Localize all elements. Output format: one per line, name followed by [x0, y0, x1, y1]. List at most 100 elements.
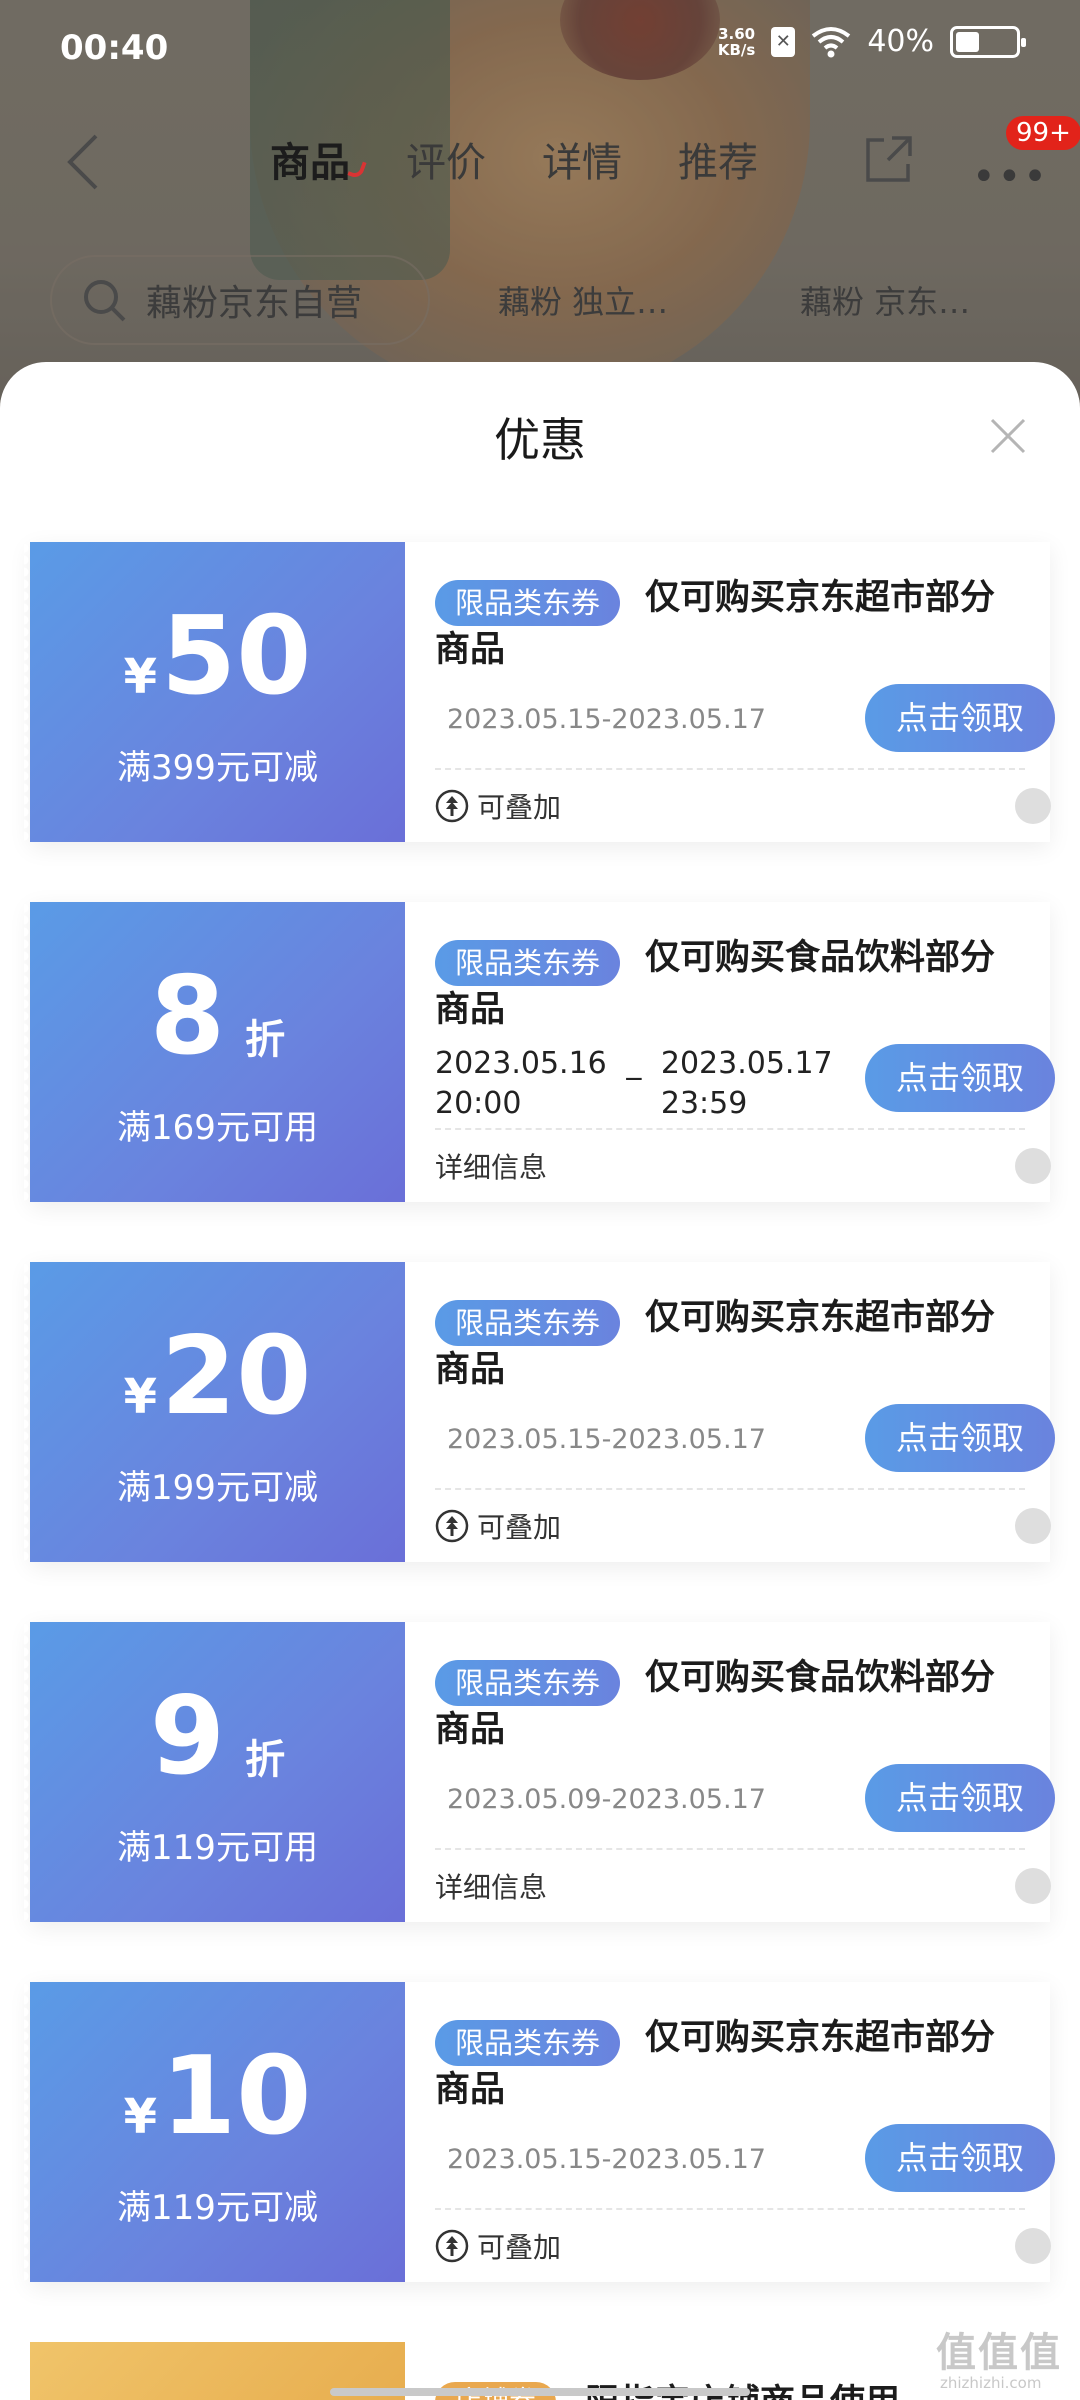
coupon-divider [435, 1128, 1025, 1130]
coupon-card: ¥ 20 满199元可减 限品类东券 仅可购买京东超市部分商品 2023.05.… [24, 1262, 1055, 1562]
coupon-title: 仅可购买食品饮料部分商品 [435, 1658, 996, 1750]
net-speed-value: 3.60 [718, 24, 756, 43]
net-speed-unit: KB/s [717, 40, 756, 59]
nav-tabs: 商品 评价 详情 推荐 [270, 130, 758, 188]
battery-percent: 40% [867, 24, 934, 59]
coupon-title: 限指定店铺商品使用 [585, 2374, 900, 2400]
coupon-amount: 50 [161, 594, 312, 719]
coupon-footer-label: 可叠加 [477, 1511, 562, 1544]
product-page-background: 00:40 3.60 KB/s ✕ 40% 商品 评价 详情 推荐 ••• 99… [0, 0, 1080, 400]
wifi-icon [812, 26, 851, 57]
coupon-info: 限品类东券 仅可购买京东超市部分商品 2023.05.15-2023.05.17… [435, 1982, 1055, 2282]
coupon-date: 2023.05.15-2023.05.17 [447, 2144, 766, 2175]
coupon-divider [435, 1848, 1025, 1850]
stack-icon [435, 2229, 469, 2263]
coupon-date-end: 2023.05.17 23:59 [660, 1046, 833, 1121]
coupon-footer: 可叠加 [435, 786, 561, 826]
claim-button[interactable]: 点击领取 [865, 1404, 1055, 1472]
coupon-currency: ¥ [123, 649, 158, 705]
coupon-amount: 8 [149, 954, 226, 1079]
coupon-value-panel: ¥ 20 满199元可减 [24, 1262, 405, 1562]
battery-icon [950, 25, 1026, 58]
coupon-date: 2023.05.15-2023.05.17 [447, 1424, 766, 1455]
stack-icon [435, 1509, 469, 1543]
coupon-amount-row: 9 折 [30, 1682, 405, 1792]
back-icon[interactable] [60, 132, 108, 192]
tab-details[interactable]: 详情 [542, 130, 622, 188]
close-icon[interactable] [986, 414, 1030, 458]
search-chip[interactable]: 藕粉 京东… [800, 277, 970, 323]
coupon-footer-label: 详细信息 [435, 1151, 548, 1184]
chevron-down-icon[interactable] [1015, 2228, 1051, 2264]
coupon-condition: 满399元可减 [117, 748, 318, 788]
coupon-date: 2023.05.09-2023.05.17 [447, 1784, 766, 1815]
sheet-title: 优惠 [494, 413, 586, 467]
home-indicator[interactable] [330, 2388, 750, 2396]
coupon-amount-row: ¥ 20 [30, 1322, 405, 1432]
search-text: 藕粉京东自营 [146, 283, 363, 324]
watermark-logo: 值值值 [936, 2330, 1062, 2376]
coupon-info: 限品类东券 仅可购买京东超市部分商品 2023.05.15-2023.05.17… [435, 1262, 1055, 1562]
search-row: 藕粉京东自营 藕粉 独立… 藕粉 京东… [0, 255, 1080, 345]
product-nav: 商品 评价 详情 推荐 ••• 99+ [0, 110, 1080, 210]
coupon-date-start: 2023.05.16 20:00 [435, 1046, 607, 1121]
coupon-amount: 9 [149, 1674, 226, 1799]
coupon-currency: ¥ [123, 2089, 158, 2145]
coupon-amount-row: ¥ 50 [30, 602, 405, 712]
search-input[interactable]: 藕粉京东自营 [50, 255, 430, 345]
coupon-footer: 详细信息 [435, 1146, 547, 1186]
coupon-condition: 满119元可减 [117, 2188, 318, 2228]
message-badge: 99+ [1006, 116, 1080, 150]
net-speed: 3.60 KB/s [718, 26, 755, 58]
chevron-down-icon[interactable] [1015, 1148, 1051, 1184]
coupon-divider [435, 768, 1025, 770]
share-icon[interactable] [862, 132, 916, 186]
coupon-amount: 10 [161, 2034, 312, 2159]
coupon-value-panel: ¥ 50 满399元可减 [24, 542, 405, 842]
coupon-info: 限品类东券 仅可购买食品饮料部分商品 2023.05.16 20:00 _ 20… [435, 902, 1055, 1202]
chevron-down-icon[interactable] [1015, 788, 1051, 824]
coupon-sheet: 优惠 ¥ 50 满399元可减 限品类东券 仅可购买京东超市部分商品 2023.… [0, 362, 1080, 2400]
claim-button[interactable]: 点击领取 [865, 684, 1055, 752]
coupon-date-separator: _ [626, 1046, 642, 1081]
coupon-value-panel: ¥ 10 满119元可减 [24, 1982, 405, 2282]
coupon-unit: 折 [245, 1737, 286, 1783]
coupon-info: 限品类东券 仅可购买食品饮料部分商品 2023.05.09-2023.05.17… [435, 1622, 1055, 1922]
search-icon [84, 280, 126, 322]
search-chip[interactable]: 藕粉 独立… [498, 277, 668, 323]
coupon-card: ¥ 50 满399元可减 限品类东券 仅可购买京东超市部分商品 2023.05.… [24, 542, 1055, 842]
claim-button[interactable]: 点击领取 [865, 1044, 1055, 1112]
coupon-value-panel: 8 折 满169元可用 [24, 902, 405, 1202]
coupon-currency: ¥ [123, 1369, 158, 1425]
claim-button[interactable]: 点击领取 [865, 1764, 1055, 1832]
coupon-unit: 折 [245, 1017, 286, 1063]
battery-level [956, 31, 979, 52]
coupon-value-panel: 9 折 满119元可用 [24, 1622, 405, 1922]
chevron-down-icon[interactable] [1015, 1508, 1051, 1544]
status-icons: 3.60 KB/s ✕ 40% [718, 24, 1026, 59]
coupon-date: 2023.05.16 20:00 _ 2023.05.17 23:59 [435, 1044, 833, 1124]
coupon-title: 仅可购买京东超市部分商品 [435, 578, 996, 670]
coupon-info: 限品类东券 仅可购买京东超市部分商品 2023.05.15-2023.05.17… [435, 542, 1055, 842]
status-time: 00:40 [60, 28, 169, 68]
coupon-condition: 满169元可用 [117, 1108, 318, 1148]
tab-product[interactable]: 商品 [270, 130, 350, 188]
tab-recommend[interactable]: 推荐 [678, 130, 758, 188]
status-bar: 00:40 3.60 KB/s ✕ 40% [0, 0, 1080, 100]
claim-button[interactable]: 点击领取 [865, 2124, 1055, 2192]
tab-reviews[interactable]: 评价 [406, 130, 486, 188]
watermark-url: zhizhizhi.com [940, 2374, 1042, 2392]
chevron-down-icon[interactable] [1015, 1868, 1051, 1904]
coupon-divider [435, 1488, 1025, 1490]
coupon-card: ¥ 10 满119元可减 限品类东券 仅可购买京东超市部分商品 2023.05.… [24, 1982, 1055, 2282]
coupon-footer-label: 可叠加 [477, 791, 562, 824]
coupon-card: 9 折 满119元可用 限品类东券 仅可购买食品饮料部分商品 2023.05.0… [24, 1622, 1055, 1922]
coupon-date: 2023.05.15-2023.05.17 [447, 704, 766, 735]
coupon-title: 仅可购买京东超市部分商品 [435, 1298, 996, 1390]
coupon-footer: 可叠加 [435, 1506, 561, 1546]
coupon-footer-label: 详细信息 [435, 1871, 548, 1904]
coupon-condition: 满119元可用 [117, 1828, 318, 1868]
coupon-card: 8 折 满169元可用 限品类东券 仅可购买食品饮料部分商品 2023.05.1… [24, 902, 1055, 1202]
coupon-title: 仅可购买食品饮料部分商品 [435, 938, 996, 1030]
more-icon[interactable]: ••• [972, 154, 1049, 200]
